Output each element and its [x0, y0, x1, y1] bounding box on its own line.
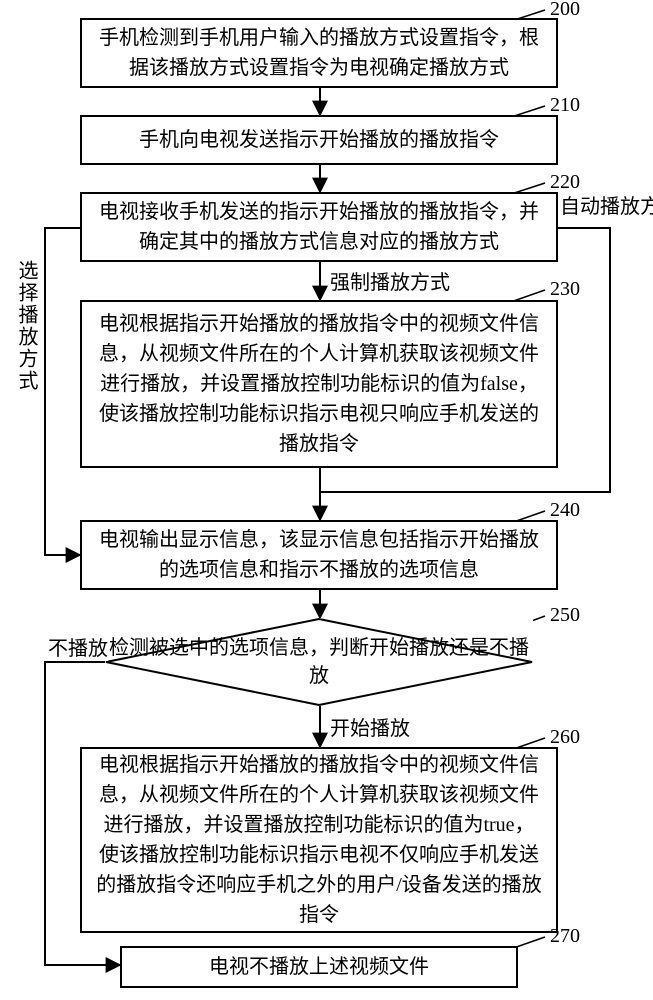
step-230: 电视根据指示开始播放的播放指令中的视频文件信息，从视频文件所在的个人计算机获取该…	[80, 300, 558, 468]
ref-240: 240	[550, 499, 580, 522]
decision-250: 检测被选中的选项信息，判断开始播放还是不播放	[105, 618, 533, 706]
label-auto-mode: 自动播放方式	[560, 190, 653, 219]
ref-260: 260	[550, 726, 580, 749]
step-240-text: 电视输出显示信息，该显示信息包括指示开始播放的选项信息和指示不播放的选项信息	[96, 525, 542, 585]
ref-200: 200	[550, 0, 580, 21]
step-210: 手机向电视发送指示开始播放的播放指令	[80, 115, 558, 165]
ref-270: 270	[550, 925, 580, 948]
step-240: 电视输出显示信息，该显示信息包括指示开始播放的选项信息和指示不播放的选项信息	[80, 520, 558, 590]
ref-250: 250	[550, 604, 580, 627]
step-260-text: 电视根据指示开始播放的播放指令中的视频文件信息，从视频文件所在的个人计算机获取该…	[96, 750, 542, 930]
step-200-text: 手机检测到手机用户输入的播放方式设置指令，根据该播放方式设置指令为电视确定播放方…	[96, 23, 542, 83]
label-start-play: 开始播放	[330, 712, 410, 741]
step-220-text: 电视接收手机发送的指示开始播放的播放指令，并确定其中的播放方式信息对应的播放方式	[96, 197, 542, 257]
step-200: 手机检测到手机用户输入的播放方式设置指令，根据该播放方式设置指令为电视确定播放方…	[80, 18, 558, 88]
step-210-text: 手机向电视发送指示开始播放的播放指令	[139, 125, 499, 155]
step-260: 电视根据指示开始播放的播放指令中的视频文件信息，从视频文件所在的个人计算机获取该…	[80, 747, 558, 933]
label-no-play: 不播放	[48, 632, 108, 661]
ref-230: 230	[550, 278, 580, 301]
step-230-text: 电视根据指示开始播放的播放指令中的视频文件信息，从视频文件所在的个人计算机获取该…	[96, 309, 542, 459]
label-force-mode: 强制播放方式	[330, 266, 450, 295]
decision-250-text: 检测被选中的选项信息，判断开始播放还是不播放	[109, 637, 529, 687]
step-270: 电视不播放上述视频文件	[120, 946, 518, 988]
flowchart-container: 手机检测到手机用户输入的播放方式设置指令，根据该播放方式设置指令为电视确定播放方…	[0, 0, 653, 1000]
ref-210: 210	[550, 94, 580, 117]
step-270-text: 电视不播放上述视频文件	[209, 952, 429, 982]
label-select-mode: 选择播放方式	[12, 260, 41, 392]
step-220: 电视接收手机发送的指示开始播放的播放指令，并确定其中的播放方式信息对应的播放方式	[80, 192, 558, 262]
